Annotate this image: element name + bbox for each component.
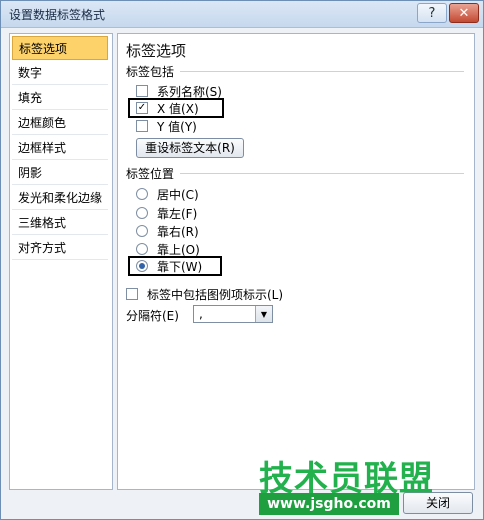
sidebar-item-number[interactable]: 数字 bbox=[12, 61, 108, 85]
sidebar-item-shadow[interactable]: 阴影 bbox=[12, 161, 108, 185]
series-name-label: 系列名称(S) bbox=[157, 84, 222, 99]
position-center-option[interactable]: 居中(C) bbox=[136, 185, 199, 203]
sidebar-item-glow-soft-edges[interactable]: 发光和柔化边缘 bbox=[12, 186, 108, 210]
position-right-label: 靠右(R) bbox=[157, 224, 199, 239]
position-above-radio[interactable] bbox=[136, 243, 148, 255]
panel-heading: 标签选项 bbox=[126, 42, 187, 60]
position-center-label: 居中(C) bbox=[157, 187, 199, 202]
close-icon: ✕ bbox=[458, 5, 470, 21]
position-left-option[interactable]: 靠左(F) bbox=[136, 204, 197, 222]
position-left-radio[interactable] bbox=[136, 207, 148, 219]
dialog-window: 设置数据标签格式 ? ✕ 标签选项 数字 填充 边框颜色 边框样式 阴影 发光和… bbox=[0, 0, 484, 520]
legend-key-checkbox[interactable] bbox=[126, 288, 138, 300]
y-value-checkbox[interactable] bbox=[136, 120, 148, 132]
site-watermark: 技术员联盟 www.jsgho.com bbox=[259, 451, 459, 519]
sidebar-item-label-options[interactable]: 标签选项 bbox=[12, 36, 108, 60]
separator-value: , bbox=[199, 307, 203, 321]
label-position-section: 标签位置 bbox=[126, 167, 175, 181]
reset-label-text-button[interactable]: 重设标签文本(R) bbox=[136, 138, 244, 158]
position-right-option[interactable]: 靠右(R) bbox=[136, 222, 199, 240]
sidebar-item-border-style[interactable]: 边框样式 bbox=[12, 136, 108, 160]
position-above-label: 靠上(O) bbox=[157, 242, 200, 257]
x-value-option[interactable]: ✓ X 值(X) bbox=[136, 99, 199, 117]
position-below-label: 靠下(W) bbox=[157, 259, 203, 274]
separator-label: 分隔符(E) bbox=[126, 309, 179, 323]
help-icon: ? bbox=[428, 5, 436, 21]
sidebar-item-fill[interactable]: 填充 bbox=[12, 86, 108, 110]
section-divider bbox=[180, 173, 464, 174]
y-value-label: Y 值(Y) bbox=[157, 119, 197, 134]
series-name-checkbox[interactable] bbox=[136, 85, 148, 97]
close-window-button[interactable]: ✕ bbox=[449, 3, 479, 23]
x-value-label: X 值(X) bbox=[157, 101, 199, 116]
sidebar-item-alignment[interactable]: 对齐方式 bbox=[12, 236, 108, 260]
legend-key-option[interactable]: 标签中包括图例项标示(L) bbox=[126, 285, 283, 303]
options-panel: 标签选项 标签包括 系列名称(S) ✓ X 值(X) Y 值(Y) 重设标签文本… bbox=[117, 33, 475, 490]
position-center-radio[interactable] bbox=[136, 188, 148, 200]
sidebar-item-3d-format[interactable]: 三维格式 bbox=[12, 211, 108, 235]
label-contains-section: 标签包括 bbox=[126, 65, 175, 79]
category-sidebar: 标签选项 数字 填充 边框颜色 边框样式 阴影 发光和柔化边缘 三维格式 对齐方… bbox=[9, 33, 113, 490]
sidebar-item-border-color[interactable]: 边框颜色 bbox=[12, 111, 108, 135]
radio-selected-dot bbox=[139, 263, 145, 269]
dialog-title: 设置数据标签格式 bbox=[9, 8, 106, 22]
legend-key-label: 标签中包括图例项标示(L) bbox=[147, 287, 284, 302]
chevron-down-icon[interactable]: ▼ bbox=[255, 306, 272, 322]
position-below-radio[interactable] bbox=[136, 260, 148, 272]
position-below-option[interactable]: 靠下(W) bbox=[136, 257, 202, 275]
y-value-option[interactable]: Y 值(Y) bbox=[136, 117, 197, 135]
title-bar: 设置数据标签格式 ? ✕ bbox=[1, 1, 483, 28]
section-divider bbox=[180, 71, 464, 72]
position-right-radio[interactable] bbox=[136, 225, 148, 237]
separator-dropdown[interactable]: , ▼ bbox=[193, 305, 273, 323]
position-left-label: 靠左(F) bbox=[157, 206, 198, 221]
checkmark-icon: ✓ bbox=[137, 102, 147, 113]
help-button[interactable]: ? bbox=[417, 3, 447, 23]
watermark-url: www.jsgho.com bbox=[259, 493, 399, 515]
x-value-checkbox[interactable]: ✓ bbox=[136, 102, 148, 114]
